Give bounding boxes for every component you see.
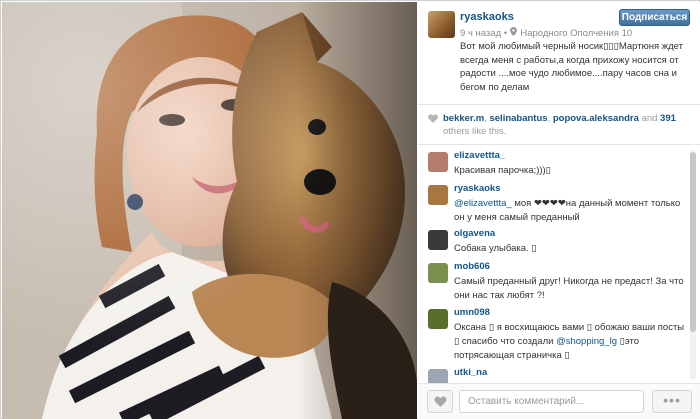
commenter-avatar[interactable] — [428, 152, 448, 172]
post-location[interactable]: Народного Ополчения 10 — [520, 28, 632, 39]
comment-username[interactable]: utki_na — [454, 367, 487, 378]
comment-text: Самый преданный друг! Никогда не предаст… — [454, 276, 684, 301]
comment-text: @elizavettta_ моя ❤❤❤❤на данный момент т… — [454, 197, 686, 225]
comment-text: Оксана ▯ я восхищаюсь вами ▯ обожаю ваши… — [454, 321, 686, 363]
post-actions: ••• — [418, 383, 700, 419]
comment-username[interactable]: ryaskaoks — [454, 183, 500, 194]
follow-button[interactable]: Подписаться — [619, 9, 690, 26]
post-sidebar: ryaskaoks Подписаться 9 ч назад • Народн… — [418, 2, 700, 419]
comment-input[interactable] — [459, 390, 644, 413]
author-avatar[interactable] — [428, 11, 455, 38]
more-options-button[interactable]: ••• — [652, 390, 692, 413]
photo-shadow — [297, 2, 417, 419]
location-pin-icon — [509, 27, 518, 39]
comment-text: Красивая парочка;)))▯ — [454, 165, 551, 176]
commenter-avatar[interactable] — [428, 230, 448, 250]
more-options-icon: ••• — [663, 392, 681, 408]
comment-username[interactable]: mob606 — [454, 261, 490, 272]
likes-section: bekker.m, selinabantus, popova.aleksandr… — [418, 105, 700, 145]
comment-mention[interactable]: @shopping_lg — [556, 336, 617, 347]
likes-count[interactable]: 391 — [660, 113, 676, 124]
comments-list[interactable]: elizavettta_ Красивая парочка;)))▯ ryask… — [418, 146, 700, 383]
comment-mention[interactable]: @elizavettta_ — [454, 198, 512, 209]
heart-icon — [428, 114, 438, 126]
post-window: ryaskaoks Подписаться 9 ч назад • Народн… — [0, 0, 700, 419]
heart-icon — [434, 395, 447, 410]
commenter-avatar[interactable] — [428, 263, 448, 283]
post-photo[interactable] — [2, 2, 417, 419]
liker-username[interactable]: selinabantus — [489, 113, 547, 124]
commenter-avatar[interactable] — [428, 369, 448, 383]
likes-summary: bekker.m, selinabantus, popova.aleksandr… — [443, 113, 693, 138]
post-header: ryaskaoks Подписаться 9 ч назад • Народн… — [418, 2, 700, 105]
like-button[interactable] — [427, 390, 453, 413]
liker-username[interactable]: bekker.m — [443, 113, 484, 124]
comments-scrollbar-thumb[interactable] — [690, 152, 696, 332]
author-username[interactable]: ryaskaoks — [460, 11, 514, 23]
comment-username[interactable]: umn098 — [454, 307, 490, 318]
liker-username[interactable]: popova.aleksandra — [553, 113, 639, 124]
comment-username[interactable]: elizavettta_ — [454, 150, 505, 161]
post-caption: Вот мой любимый черный носик▯▯▯Мартюня ж… — [460, 41, 683, 93]
post-time[interactable]: 9 ч назад — [460, 28, 501, 39]
likes-and: and — [638, 113, 661, 124]
comment-text: Собака улыбака. ▯ — [454, 243, 537, 254]
commenter-avatar[interactable] — [428, 309, 448, 329]
likes-others: others like this. — [443, 125, 507, 137]
comment-username[interactable]: olgavena — [454, 228, 495, 239]
commenter-avatar[interactable] — [428, 185, 448, 205]
post-meta: 9 ч назад • Народного Ополчения 10 — [460, 27, 632, 39]
